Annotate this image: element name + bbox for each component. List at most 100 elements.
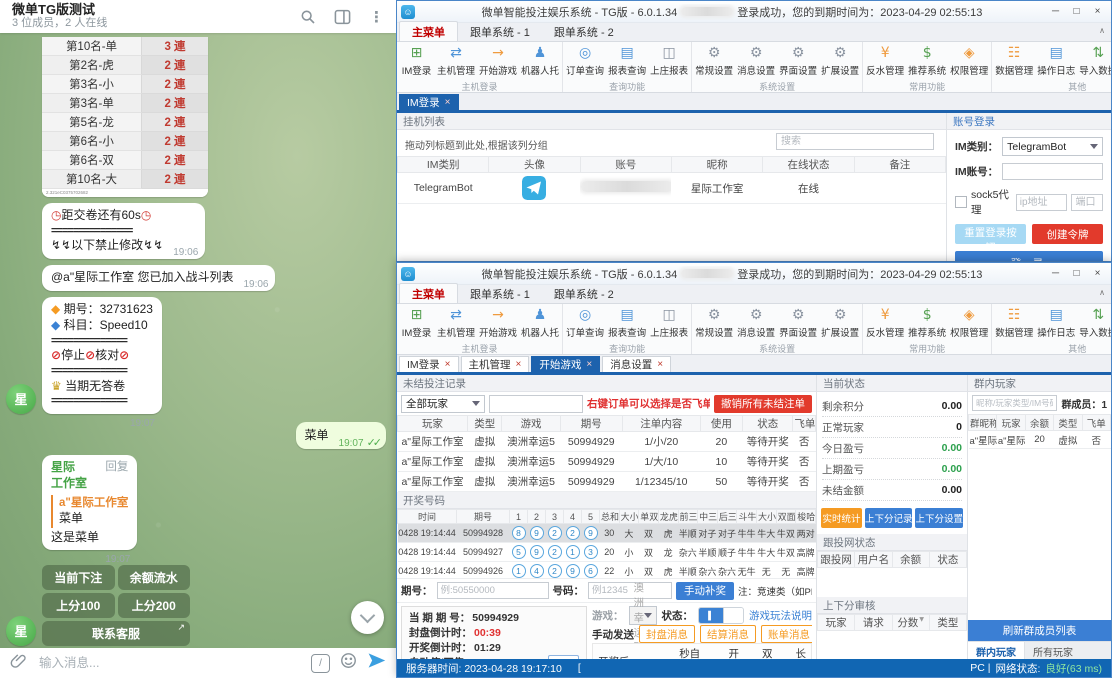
column-header[interactable]: 后三 [717,510,737,524]
close-icon[interactable]: × [445,97,451,108]
ribbon-button-permission-manage[interactable]: ◈权限管理 [948,43,990,80]
ribbon-tab[interactable]: 主菜单 [399,283,458,303]
chat-title-block[interactable]: 微单TG版测试 3 位成员，2 人在线 [12,3,300,30]
lottery-row[interactable]: 0428 19:14:44509949275921320小双龙杂六半顺顺子牛牛牛… [398,543,816,562]
streak-row[interactable]: 第3名-小2 連 [42,75,208,94]
ribbon-button-message-settings[interactable]: ⚙消息设置 [735,43,777,80]
chat-keyboard-button[interactable]: 上分100 [42,593,115,618]
refresh-members-button[interactable]: 刷新群成员列表 [968,620,1111,641]
ribbon-tab[interactable]: 跟单系统 - 1 [458,284,542,303]
titlebar[interactable]: ☺ 微单智能投注娱乐系统 - TG版 - 6.0.1.34 登录成功，您的到期时… [397,263,1111,285]
member-tab[interactable]: 所有玩家 [1025,642,1081,659]
column-header[interactable]: 期号 [457,510,510,524]
sidebar-toggle-icon[interactable] [334,9,351,25]
column-header[interactable]: 状态 [929,552,966,568]
document-tab[interactable]: 消息设置× [602,356,671,372]
ribbon-button-im-login[interactable]: ⊞IM登录 [398,43,435,80]
message-join[interactable]: @a"星际工作室 您已加入战斗列表 19:06 [42,265,275,291]
message-countdown[interactable]: ◷距交卷还有60s◷ =============== ↯↯以下禁止修改↯↯19:… [42,203,205,259]
close-icon[interactable]: × [516,359,522,370]
im-account-row[interactable]: TelegramBot 星际工作室 在线 [398,173,946,204]
status-action-button[interactable]: 上下分记录 [865,508,913,528]
column-header[interactable]: 时间 [398,510,457,524]
column-header[interactable]: 余额 [892,552,929,568]
column-header[interactable]: 类型 [468,416,502,432]
document-tab[interactable]: IM登录× [399,94,459,110]
ribbon-button-referral-system[interactable]: $推荐系统 [906,305,948,342]
ribbon-button-permission-manage[interactable]: ◈权限管理 [948,305,990,342]
reply-action[interactable]: 回复 [105,460,128,475]
column-header[interactable]: 飞单 [1082,415,1110,431]
column-header[interactable]: 大小 [619,510,639,524]
manual-number-input[interactable] [588,582,672,599]
column-header[interactable]: IM类别 [398,157,489,173]
ribbon-button-ui-settings[interactable]: ⚙界面设置 [777,43,819,80]
ribbon-button-host-manage[interactable]: ⇄主机管理 [435,305,477,342]
ribbon-button-general-settings[interactable]: ⚙常规设置 [693,305,735,342]
column-header[interactable]: 大小 [757,510,777,524]
message-period[interactable]: ◆ 期号：32731623 ◆ 科目：Speed10 =============… [42,297,162,414]
column-header[interactable]: 单双 [639,510,659,524]
chat-keyboard-button[interactable]: 上分200 [118,593,191,618]
column-header[interactable]: 双面 [776,510,796,524]
ribbon-tab[interactable]: 跟单系统 - 2 [542,284,626,303]
message-reply[interactable]: 回复 星际工作室 a"星际工作室 菜单 这是菜单 19:07 [42,455,137,550]
ribbon-button-rebate-manage[interactable]: ¥反水管理 [864,305,906,342]
column-header[interactable]: 使用 [700,416,742,432]
titlebar[interactable]: ☺ 微单智能投注娱乐系统 - TG版 - 6.0.1.34 登录成功，您的到期时… [397,1,1111,23]
message-input[interactable] [37,655,301,671]
column-header[interactable]: 前三 [678,510,698,524]
column-header[interactable]: 中三 [698,510,718,524]
attach-icon[interactable] [10,652,27,674]
column-header[interactable]: 备注 [854,157,945,173]
lottery-row[interactable]: 0428 19:14:44509949261429622小双虎半顺杂六杂六无牛无… [398,562,816,579]
column-header[interactable]: 余额 [1025,415,1053,431]
column-header[interactable]: 群昵称 [969,415,997,431]
ribbon-button-import-data[interactable]: ⇅导入数据 [1077,305,1111,342]
ribbon-tab[interactable]: 跟单系统 - 1 [458,22,542,41]
send-icon[interactable] [367,651,386,675]
streak-row[interactable]: 第10名-单3 連 [42,37,208,56]
column-header[interactable]: 3 [546,510,564,524]
column-header[interactable]: 头像 [489,157,580,173]
create-token-button[interactable]: 创建令牌 [1032,224,1103,244]
message-menu-outgoing[interactable]: 菜单 19:07✓✓ [296,422,386,449]
close-icon[interactable]: × [1087,4,1108,20]
minimize-icon[interactable]: ─ [1045,4,1066,20]
member-tab[interactable]: 群内玩家 [968,642,1025,659]
member-search-input[interactable] [972,395,1057,411]
document-tab[interactable]: IM登录× [399,356,459,372]
login-button[interactable]: 登 录 [955,251,1103,261]
cancel-all-bets-button[interactable]: 撤销所有未结注单 [714,395,812,413]
column-header[interactable]: 总和 [600,510,620,524]
ribbon-button-operation-log[interactable]: ▤操作日志 [1035,43,1077,80]
column-header[interactable]: 用户名 [855,552,892,568]
ribbon-button-general-settings[interactable]: ⚙常规设置 [693,43,735,80]
bet-row[interactable]: a"星际工作室虚拟澳洲幸运5509949291/12345/1050等待开奖否 [398,472,816,492]
bot-commands-button[interactable]: / [311,654,330,673]
column-header[interactable]: 梭哈 [796,510,816,524]
filter-icon[interactable]: ▼ [919,616,924,623]
column-header[interactable]: 类型 [929,614,966,630]
column-header[interactable]: 飞单 [793,416,816,432]
column-header[interactable]: 期号 [560,416,622,432]
column-header[interactable]: 类型 [1054,415,1082,431]
lottery-row[interactable]: 0428 19:14:44509949288922930大双虎半顺对子对子牛牛牛… [398,524,816,543]
column-header[interactable]: 1 [510,510,528,524]
player-filter-select[interactable]: 全部玩家 [401,395,485,413]
checkbox[interactable] [955,196,967,208]
game-rules-link[interactable]: 游戏玩法说明 [749,608,812,623]
status-toggle[interactable]: ▌ [698,607,744,624]
ribbon-button-message-settings[interactable]: ⚙消息设置 [735,305,777,342]
bet-row[interactable]: a"星际工作室虚拟澳洲幸运5509949291/大/1010等待开奖否 [398,452,816,472]
ribbon-button-start-game[interactable]: →开始游戏 [477,43,519,80]
ribbon-collapse-icon[interactable]: ∧ [1099,288,1105,297]
emoji-icon[interactable] [340,652,357,674]
ribbon-button-operation-log[interactable]: ▤操作日志 [1035,305,1077,342]
ribbon-button-extend-settings[interactable]: ⚙扩展设置 [819,305,861,342]
im-account-input[interactable] [1002,163,1103,180]
ribbon-collapse-icon[interactable]: ∧ [1099,26,1105,35]
auto-send-check[interactable]: 开奖图 [714,646,740,659]
im-type-select[interactable]: TelegramBot [1002,137,1103,156]
chat-keyboard-button[interactable]: 联系客服↗ [42,621,190,646]
